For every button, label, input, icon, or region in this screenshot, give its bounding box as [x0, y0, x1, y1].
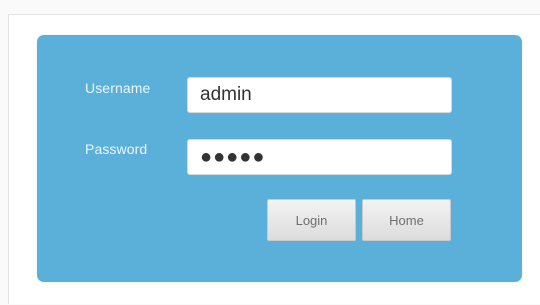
password-input[interactable]	[187, 139, 452, 175]
username-input[interactable]	[187, 77, 452, 113]
login-panel: Username Password Login Home	[37, 35, 522, 282]
login-button[interactable]: Login	[267, 199, 356, 241]
page: Username Password Login Home	[0, 0, 540, 305]
password-label: Password	[85, 141, 148, 157]
username-label: Username	[85, 80, 151, 96]
home-button[interactable]: Home	[362, 199, 451, 241]
